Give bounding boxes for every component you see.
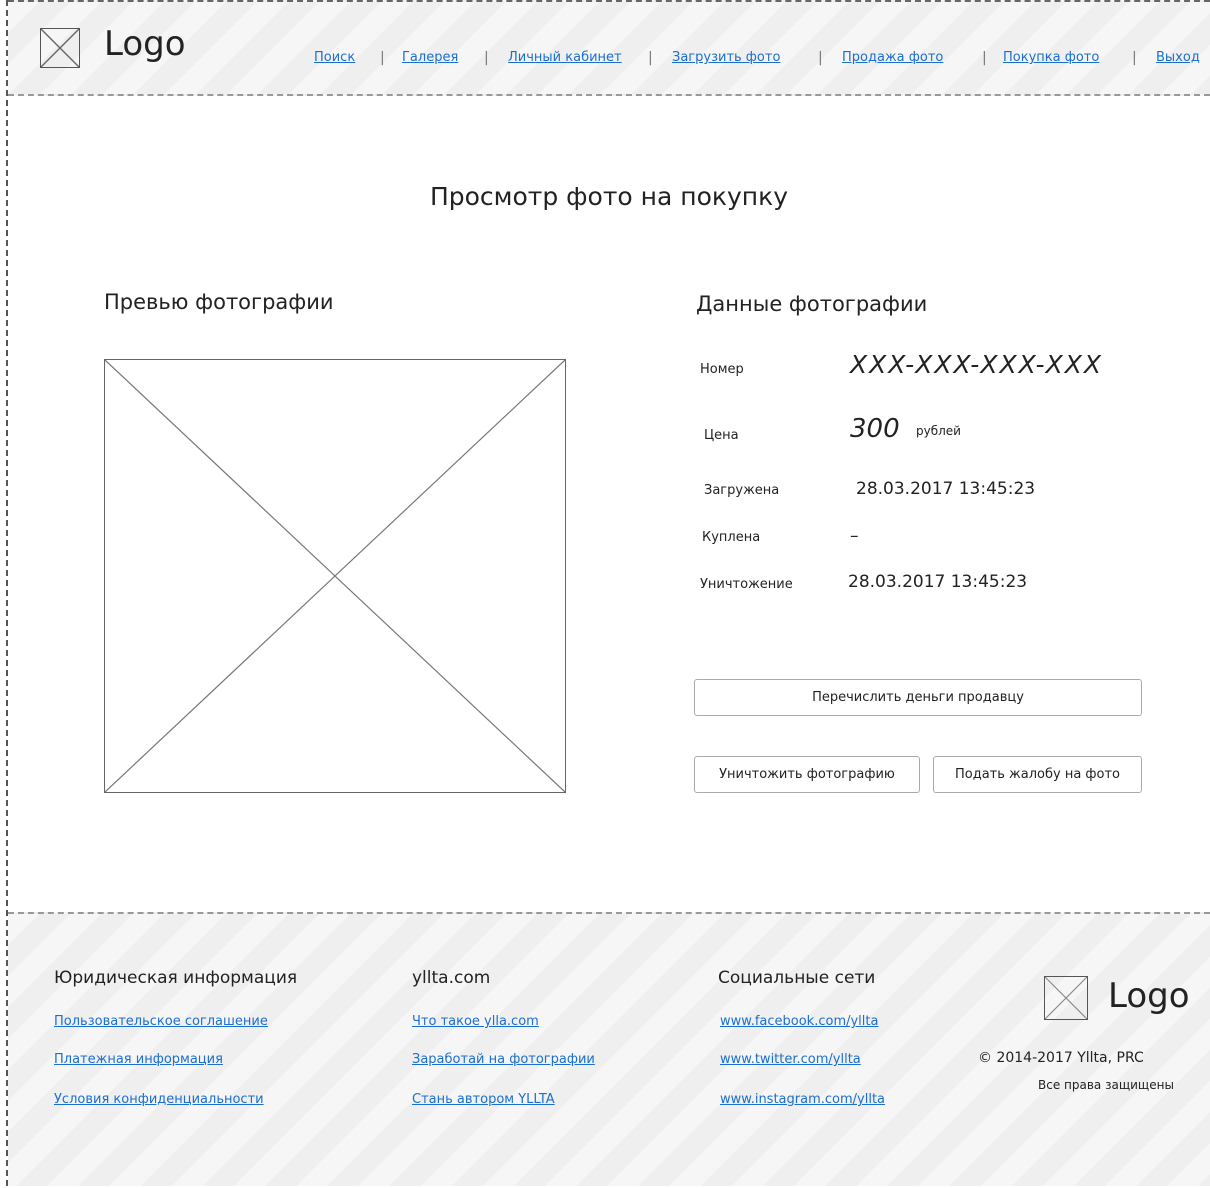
social-heading: Социальные сети: [718, 968, 876, 988]
nav-separator: |: [380, 50, 385, 66]
header: Logo Поиск | Галерея | Личный кабинет | …: [8, 0, 1210, 96]
rights-text: Все права защищены: [1038, 1078, 1174, 1092]
nav-separator: |: [818, 50, 823, 66]
nav-logout[interactable]: Выход: [1156, 50, 1200, 65]
nav-separator: |: [982, 50, 987, 66]
about-link[interactable]: Что такое ylla.com: [412, 1014, 539, 1029]
nav-sell[interactable]: Продажа фото: [842, 50, 943, 65]
footer: Юридическая информация Пользовательское …: [8, 912, 1210, 1186]
terms-link[interactable]: Пользовательское соглашение: [54, 1014, 268, 1029]
nav-upload[interactable]: Загрузить фото: [672, 50, 780, 65]
legal-heading: Юридическая информация: [54, 968, 298, 988]
number-value: XXX-XXX-XXX-XXX: [850, 350, 1104, 379]
photo-preview-image-placeholder: [104, 359, 566, 793]
page: Logo Поиск | Галерея | Личный кабинет | …: [6, 0, 1210, 1186]
instagram-link[interactable]: www.instagram.com/yllta: [720, 1092, 885, 1107]
photo-data-title: Данные фотографии: [696, 292, 928, 316]
uploaded-value: 28.03.2017 13:45:23: [856, 479, 1036, 499]
number-label: Номер: [700, 362, 744, 377]
site-heading: yllta.com: [412, 968, 491, 988]
destroy-date-label: Уничтожение: [700, 577, 793, 592]
payment-info-link[interactable]: Платежная информация: [54, 1052, 223, 1067]
become-author-link[interactable]: Стань автором YLLTA: [412, 1092, 555, 1107]
footer-logo-text: Logo: [1108, 976, 1190, 1016]
destroy-photo-button[interactable]: Уничтожить фотографию: [694, 756, 920, 793]
bought-label: Куплена: [702, 530, 761, 545]
copyright-text: © 2014-2017 Yllta, PRC: [978, 1050, 1144, 1066]
main-nav: Поиск | Галерея | Личный кабинет | Загру…: [298, 50, 1208, 74]
logo-image-placeholder-icon[interactable]: [40, 28, 80, 68]
complain-photo-button[interactable]: Подать жалобу на фото: [933, 756, 1142, 793]
nav-search[interactable]: Поиск: [314, 50, 355, 65]
bought-value: –: [850, 526, 859, 546]
nav-gallery[interactable]: Галерея: [402, 50, 458, 65]
price-value: 300: [850, 414, 900, 444]
nav-separator: |: [484, 50, 489, 66]
nav-buy[interactable]: Покупка фото: [1003, 50, 1099, 65]
nav-separator: |: [648, 50, 653, 66]
privacy-link[interactable]: Условия конфиденциальности: [54, 1092, 264, 1107]
footer-logo-image-placeholder-icon: [1044, 976, 1088, 1020]
nav-separator: |: [1132, 50, 1137, 66]
nav-account[interactable]: Личный кабинет: [508, 50, 622, 65]
destroy-date-value: 28.03.2017 13:45:23: [848, 572, 1028, 592]
transfer-money-button[interactable]: Перечислить деньги продавцу: [694, 679, 1142, 716]
price-label: Цена: [704, 428, 739, 443]
logo-text[interactable]: Logo: [104, 24, 186, 64]
facebook-link[interactable]: www.facebook.com/yllta: [720, 1014, 878, 1029]
uploaded-label: Загружена: [704, 483, 780, 498]
earn-link[interactable]: Заработай на фотографии: [412, 1052, 595, 1067]
twitter-link[interactable]: www.twitter.com/yllta: [720, 1052, 861, 1067]
page-title: Просмотр фото на покупку: [429, 182, 789, 211]
preview-title: Превью фотографии: [104, 290, 334, 314]
price-unit: рублей: [916, 424, 961, 438]
